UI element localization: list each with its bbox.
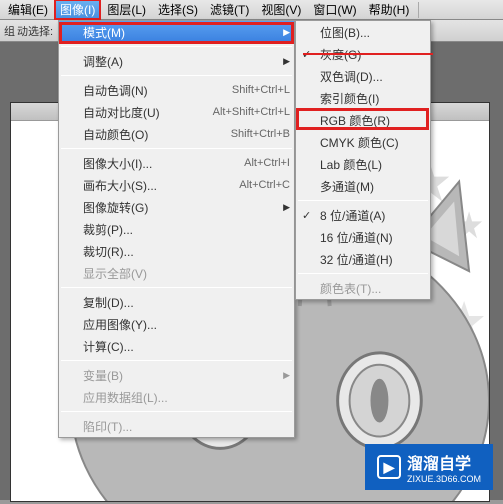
submenu-arrow-icon: ▶ [283,202,290,213]
mode-submenu-dropdown: 位图(B)... ✓ 灰度(G) 双色调(D)... 索引颜色(I) RGB 颜… [295,20,431,300]
submenu-arrow-icon: ▶ [283,370,290,381]
menu-separator [61,360,292,361]
menu-item-adjustments[interactable]: 调整(A)▶ [59,50,294,72]
menu-item-crop[interactable]: 裁剪(P)... [59,218,294,240]
mode-lab[interactable]: Lab 颜色(L) [296,153,430,175]
mode-color-table: 颜色表(T)... [296,277,430,299]
menu-separator [61,148,292,149]
menu-filter[interactable]: 滤镜(T) [204,0,255,20]
menu-item-reveal-all: 显示全部(V) [59,262,294,284]
mode-32bit[interactable]: 32 位/通道(H) [296,248,430,270]
submenu-arrow-icon: ▶ [283,56,290,67]
menu-help[interactable]: 帮助(H) [363,0,416,20]
menu-separator [61,287,292,288]
menu-image[interactable]: 图像(I) [54,0,101,20]
menu-separator [298,273,428,274]
menubar-separator [418,2,419,18]
menu-item-canvas-size[interactable]: 画布大小(S)...Alt+Ctrl+C [59,174,294,196]
mode-bitmap[interactable]: 位图(B)... [296,21,430,43]
menubar: 编辑(E) 图像(I) 图层(L) 选择(S) 滤镜(T) 视图(V) 窗口(W… [0,0,503,20]
menu-item-calculations[interactable]: 计算(C)... [59,335,294,357]
menu-edit[interactable]: 编辑(E) [2,0,54,20]
menu-item-auto-contrast[interactable]: 自动对比度(U)Alt+Shift+Ctrl+L [59,101,294,123]
mode-multichannel[interactable]: 多通道(M) [296,175,430,197]
menu-item-duplicate[interactable]: 复制(D)... [59,291,294,313]
watermark: ▶ 溜溜自学 ZIXUE.3D66.COM [365,444,493,490]
menu-item-apply-image[interactable]: 应用图像(Y)... [59,313,294,335]
menu-layer[interactable]: 图层(L) [101,0,152,20]
check-icon: ✓ [302,209,311,222]
menu-window[interactable]: 窗口(W) [307,0,362,20]
menu-separator [61,411,292,412]
menu-item-trap: 陷印(T)... [59,415,294,437]
menu-item-trim[interactable]: 裁切(R)... [59,240,294,262]
annotation-underline-grayscale [303,53,433,55]
mode-rgb[interactable]: RGB 颜色(R) [296,109,430,131]
mode-cmyk[interactable]: CMYK 颜色(C) [296,131,430,153]
menu-item-auto-tone[interactable]: 自动色调(N)Shift+Ctrl+L [59,79,294,101]
submenu-arrow-icon: ▶ [283,27,290,38]
toolbar-select-label: 动选择: [17,23,53,39]
menu-item-apply-data: 应用数据组(L)... [59,386,294,408]
mode-16bit[interactable]: 16 位/通道(N) [296,226,430,248]
menu-select[interactable]: 选择(S) [152,0,204,20]
menu-separator [61,46,292,47]
mode-indexed[interactable]: 索引颜色(I) [296,87,430,109]
watermark-url: ZIXUE.3D66.COM [407,474,481,484]
menu-view[interactable]: 视图(V) [255,0,307,20]
image-menu-dropdown: 模式(M)▶ 调整(A)▶ 自动色调(N)Shift+Ctrl+L 自动对比度(… [58,20,295,438]
watermark-logo-icon: ▶ [377,455,401,479]
menu-separator [61,75,292,76]
menu-separator [298,200,428,201]
mode-duotone[interactable]: 双色调(D)... [296,65,430,87]
menu-item-mode[interactable]: 模式(M)▶ [59,21,294,43]
watermark-title: 溜溜自学 [407,456,471,473]
menu-item-auto-color[interactable]: 自动颜色(O)Shift+Ctrl+B [59,123,294,145]
mode-8bit[interactable]: ✓ 8 位/通道(A) [296,204,430,226]
toolbar-group-label: 组 [4,23,15,39]
menu-item-variables: 变量(B)▶ [59,364,294,386]
menu-item-rotate[interactable]: 图像旋转(G)▶ [59,196,294,218]
menu-item-image-size[interactable]: 图像大小(I)...Alt+Ctrl+I [59,152,294,174]
